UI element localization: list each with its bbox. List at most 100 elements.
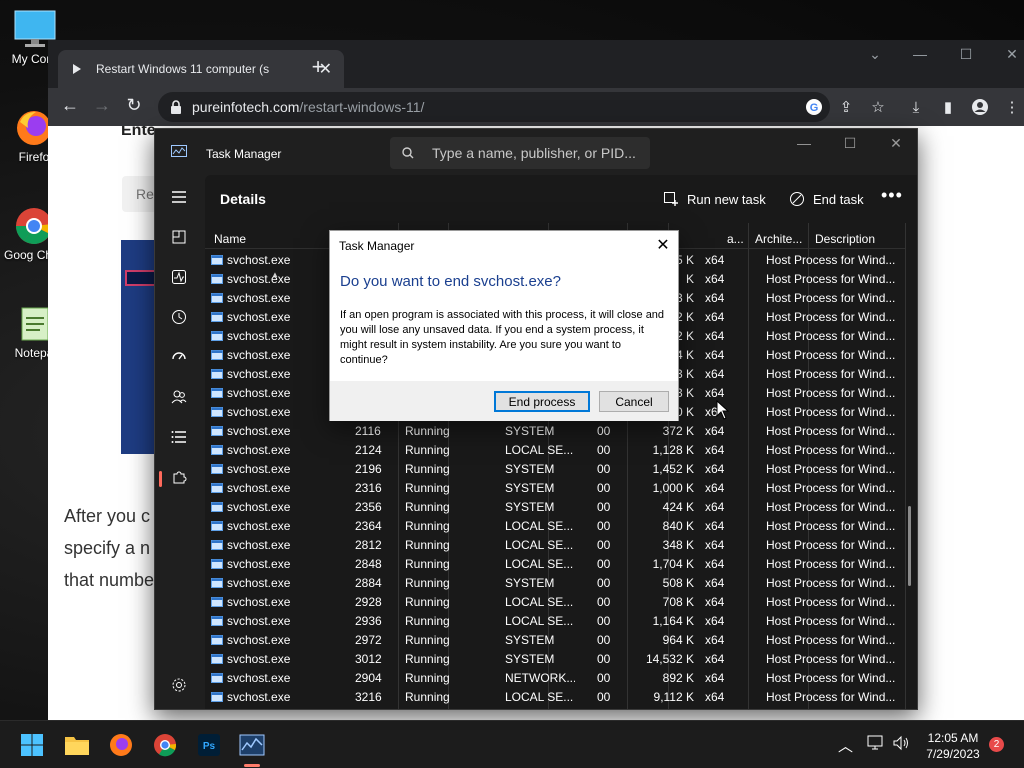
minimize-button[interactable]: — (908, 46, 932, 62)
process-user: LOCAL SE... (505, 614, 574, 628)
bookmark-star-icon[interactable]: ☆ (868, 97, 888, 117)
dialog-message: If an open program is associated with th… (340, 309, 665, 366)
process-icon (211, 426, 223, 436)
share-icon[interactable]: ⇪ (836, 97, 856, 117)
table-row[interactable]: svchost.exe 3216 Running LOCAL SE... 00 9,112… (205, 687, 905, 706)
firefox-taskbar-icon[interactable] (107, 731, 135, 759)
column-header-name[interactable]: Name (214, 232, 246, 246)
photoshop-taskbar-icon[interactable]: Ps (195, 731, 223, 759)
table-row[interactable]: svchost.exe 2972 Running SYSTEM 00 964 K x64 Ho… (205, 630, 905, 649)
performance-icon[interactable] (167, 265, 191, 289)
more-options-icon[interactable]: ••• (881, 185, 903, 206)
process-description: Host Process for Wind... (766, 272, 896, 286)
table-row[interactable]: svchost.exe 2812 Running LOCAL SE... 00 348 K… (205, 535, 905, 554)
site-favicon-icon (73, 64, 81, 74)
google-lens-icon[interactable]: G (804, 97, 824, 117)
end-task-icon (790, 192, 804, 206)
close-window-button[interactable]: ✕ (1000, 46, 1024, 63)
show-hidden-icons-chevron-icon[interactable]: ︿ (838, 735, 853, 756)
system-clock[interactable]: 12:05 AM 7/29/2023 (913, 730, 993, 762)
process-description: Host Process for Wind... (766, 595, 896, 609)
process-status: Running (405, 443, 450, 457)
file-explorer-icon[interactable] (63, 731, 91, 759)
process-user: SYSTEM (505, 500, 555, 514)
run-new-task-button[interactable]: Run new task (663, 187, 766, 211)
search-icon (402, 147, 414, 159)
process-description: Host Process for Wind... (766, 462, 896, 476)
start-button-icon[interactable] (18, 731, 46, 759)
table-row[interactable]: svchost.exe 2364 Running LOCAL SE... 00 840 K… (205, 516, 905, 535)
column-header-architecture[interactable]: Archite... (755, 232, 802, 246)
dialog-close-icon[interactable]: ✕ (655, 235, 671, 255)
table-row[interactable]: svchost.exe 2884 Running SYSTEM 00 508 K x64 Ho… (205, 573, 905, 592)
process-icon (211, 445, 223, 455)
table-row[interactable]: svchost.exe 2936 Running LOCAL SE... 00 1,164… (205, 611, 905, 630)
settings-gear-icon[interactable] (167, 673, 191, 697)
app-history-icon[interactable] (167, 305, 191, 329)
chrome-taskbar-icon[interactable] (151, 731, 179, 759)
process-search-input[interactable]: Type a name, publisher, or PID... (390, 137, 650, 169)
process-name: svchost.exe (227, 310, 291, 324)
tm-minimize-button[interactable]: — (789, 135, 819, 151)
end-process-button[interactable]: End process (494, 391, 590, 412)
startup-apps-icon[interactable] (167, 345, 191, 369)
column-header-memory[interactable]: a... (727, 232, 744, 246)
table-row[interactable]: svchost.exe 2928 Running LOCAL SE... 00 708 K… (205, 592, 905, 611)
process-description: Host Process for Wind... (766, 291, 896, 305)
end-task-button[interactable]: End task (789, 187, 864, 211)
tab-search-icon[interactable]: ⌄ (863, 46, 887, 63)
task-manager-taskbar-icon[interactable] (238, 731, 266, 759)
profile-avatar-icon[interactable] (970, 97, 990, 117)
tm-maximize-button[interactable]: ☐ (835, 135, 865, 152)
process-name: svchost.exe (227, 538, 291, 552)
back-button[interactable]: ← (58, 95, 82, 116)
new-tab-button[interactable]: + (306, 54, 330, 80)
process-cpu: 00 (597, 519, 611, 533)
table-row[interactable]: svchost.exe 2356 Running SYSTEM 00 424 K x64 Ho… (205, 497, 905, 516)
process-icon (211, 388, 223, 398)
process-memory: 964 K (662, 633, 694, 647)
process-memory: 1,000 K (652, 481, 694, 495)
side-panel-icon[interactable]: ▮ (938, 97, 958, 117)
volume-icon[interactable] (892, 735, 910, 755)
process-description: Host Process for Wind... (766, 633, 896, 647)
table-row[interactable]: svchost.exe 2316 Running SYSTEM 00 1,000 K x64… (205, 478, 905, 497)
table-row[interactable]: svchost.exe 2848 Running LOCAL SE... 00 1,704… (205, 554, 905, 573)
process-description: Host Process for Wind... (766, 652, 896, 666)
reload-button[interactable]: ↻ (122, 95, 146, 116)
search-placeholder: Type a name, publisher, or PID... (432, 145, 636, 161)
maximize-button[interactable]: ☐ (954, 46, 978, 63)
table-row[interactable]: svchost.exe 2124 Running LOCAL SE... 00 1,128… (205, 440, 905, 459)
table-row[interactable]: svchost.exe 2904 Running NETWORK... 00 892 K x… (205, 668, 905, 687)
process-name: svchost.exe (227, 329, 291, 343)
process-cpu: 00 (597, 500, 611, 514)
network-icon[interactable] (867, 735, 885, 755)
process-icon (211, 654, 223, 664)
article-text-line: specify a n (64, 538, 151, 558)
cancel-button[interactable]: Cancel (599, 391, 669, 412)
menu-kebab-icon[interactable]: ⋮ (1002, 97, 1022, 117)
tm-close-button[interactable]: ✕ (881, 135, 911, 152)
processes-icon[interactable] (167, 225, 191, 249)
process-memory: 708 K (662, 595, 694, 609)
table-row[interactable]: svchost.exe 2196 Running SYSTEM 00 1,452 K x64… (205, 459, 905, 478)
process-architecture: x64 (705, 690, 725, 704)
forward-button[interactable]: → (90, 95, 114, 116)
hamburger-menu-icon[interactable] (167, 185, 191, 209)
tab-restart-windows[interactable]: Restart Windows 11 computer (s ✕ (58, 50, 344, 88)
table-row[interactable]: svchost.exe 2116 Running SYSTEM 00 372 K x64 Ho… (205, 421, 905, 440)
services-puzzle-icon[interactable] (167, 465, 191, 489)
notification-badge[interactable]: 2 (989, 737, 1004, 752)
process-icon (211, 464, 223, 474)
process-icon (211, 559, 223, 569)
process-memory: 508 K (662, 576, 694, 590)
task-manager-titlebar[interactable]: Task Manager Type a name, publisher, or … (155, 129, 917, 175)
column-header-description[interactable]: Description (815, 232, 875, 246)
address-bar[interactable]: pureinfotech.com/restart-windows-11/ (158, 92, 830, 122)
process-name: svchost.exe (227, 633, 291, 647)
scrollbar-thumb[interactable] (908, 506, 911, 586)
download-icon[interactable]: ⤓ (906, 97, 926, 117)
table-row[interactable]: svchost.exe 3012 Running SYSTEM 00 14,532 K x6… (205, 649, 905, 668)
users-icon[interactable] (167, 385, 191, 409)
details-list-icon[interactable] (167, 425, 191, 449)
